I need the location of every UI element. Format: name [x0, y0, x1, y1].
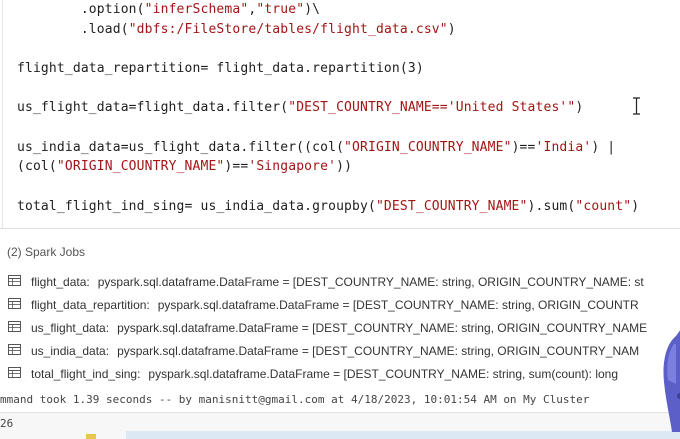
text-cursor-icon: [632, 97, 641, 115]
dataframe-type: pyspark.sql.dataframe.DataFrame: [117, 321, 299, 335]
dataframe-row[interactable]: flight_data_repartition: pyspark.sql.data…: [8, 297, 639, 313]
code-token: ): [631, 199, 640, 214]
cell-marker: [86, 434, 96, 439]
string-literal: "DEST_COUNTRY_NAME=='United States'": [288, 100, 576, 115]
code-token: flight_data_repartition= flight_data.rep…: [17, 61, 424, 76]
string-literal: 'Singapore': [248, 159, 337, 174]
dataframe-schema: = [DEST_COUNTRY_NAME: string, ORIGIN_COU…: [298, 321, 648, 335]
code-token: .load(: [17, 22, 129, 37]
dataframe-type: pyspark.sql.dataframe.DataFrame: [97, 275, 280, 289]
dataframe-name: us_india_data:: [31, 344, 110, 358]
cell-number: 26: [0, 417, 14, 430]
string-literal: "count": [575, 199, 632, 214]
code-token: us_india_data=us_flight_data.filter((col…: [17, 140, 345, 155]
table-icon: [8, 343, 21, 359]
dataframe-name: total_flight_ind_sing:: [31, 367, 141, 381]
table-icon: [8, 274, 21, 290]
string-literal: "ORIGIN_COUNTRY_NAME": [56, 159, 225, 174]
dataframe-schema: = [DEST_COUNTRY_NAME: string, ORIGIN_COU…: [298, 344, 640, 358]
code-token: (col(: [17, 159, 57, 174]
table-icon: [8, 297, 21, 313]
string-literal: 'India': [535, 140, 592, 155]
dataframe-name: flight_data:: [31, 275, 90, 289]
code-token: ): [575, 100, 584, 115]
dataframe-schema: = [DEST_COUNTRY_NAME: string, ORIGIN_COU…: [279, 275, 644, 289]
dataframe-name: flight_data_repartition:: [31, 298, 150, 312]
command-status: mmand took 1.39 seconds -- by manisnitt@…: [0, 393, 590, 406]
code-line: (col("ORIGIN_COUNTRY_NAME")=='Singapore'…: [17, 159, 352, 174]
notebook-page: .option("inferSchema","true")\ .load("db…: [0, 0, 680, 439]
code-token: )\: [304, 2, 321, 17]
code-token: )==: [224, 159, 249, 174]
spark-jobs-toggle[interactable]: (2) Spark Jobs: [7, 245, 85, 259]
code-token: ).sum(: [527, 199, 576, 214]
code-line: flight_data_repartition= flight_data.rep…: [17, 61, 424, 76]
string-literal: "DEST_COUNTRY_NAME": [375, 199, 528, 214]
code-cell-editor[interactable]: .option("inferSchema","true")\ .load("db…: [2, 0, 680, 228]
code-line: us_india_data=us_flight_data.filter((col…: [17, 140, 615, 155]
code-token: us_flight_data=flight_data.filter(: [17, 100, 289, 115]
dataframe-name: us_flight_data:: [31, 321, 110, 335]
dataframe-row[interactable]: us_flight_data: pyspark.sql.dataframe.Dat…: [8, 320, 647, 336]
code-token: .option(: [17, 2, 145, 17]
dataframe-type: pyspark.sql.dataframe.DataFrame: [157, 298, 340, 312]
string-literal: "ORIGIN_COUNTRY_NAME": [344, 140, 512, 155]
string-literal: "true": [256, 2, 305, 17]
dataframe-row[interactable]: flight_data: pyspark.sql.dataframe.DataFr…: [8, 274, 644, 290]
code-token: )): [336, 159, 353, 174]
code-line: .option("inferSchema","true")\: [17, 2, 320, 17]
string-literal: "inferSchema": [144, 2, 249, 17]
table-icon: [8, 366, 21, 382]
code-line: us_flight_data=flight_data.filter("DEST_…: [17, 100, 583, 115]
table-icon: [8, 320, 21, 336]
dataframe-schema: = [DEST_COUNTRY_NAME: string, ORIGIN_COU…: [339, 298, 639, 312]
code-token: ) |: [591, 140, 616, 155]
dataframe-type: pyspark.sql.dataframe.DataFrame: [148, 367, 330, 381]
string-literal: "dbfs:/FileStore/tables/flight_data.csv": [128, 22, 448, 37]
code-token: ): [447, 22, 456, 37]
code-token: total_flight_ind_sing= us_india_data.gro…: [17, 199, 376, 214]
presenter-overlay: [646, 322, 680, 432]
dataframe-row[interactable]: total_flight_ind_sing: pyspark.sql.datafr…: [8, 366, 618, 382]
code-line: .load("dbfs:/FileStore/tables/flight_dat…: [17, 22, 456, 37]
dataframe-type: pyspark.sql.dataframe.DataFrame: [117, 344, 299, 358]
code-line: total_flight_ind_sing= us_india_data.gro…: [17, 199, 639, 214]
next-cell-editor[interactable]: [126, 431, 680, 439]
dataframe-row[interactable]: us_india_data: pyspark.sql.dataframe.Data…: [8, 343, 639, 359]
code-token: )==: [511, 140, 536, 155]
dataframe-schema: = [DEST_COUNTRY_NAME: string, sum(count)…: [329, 367, 619, 381]
